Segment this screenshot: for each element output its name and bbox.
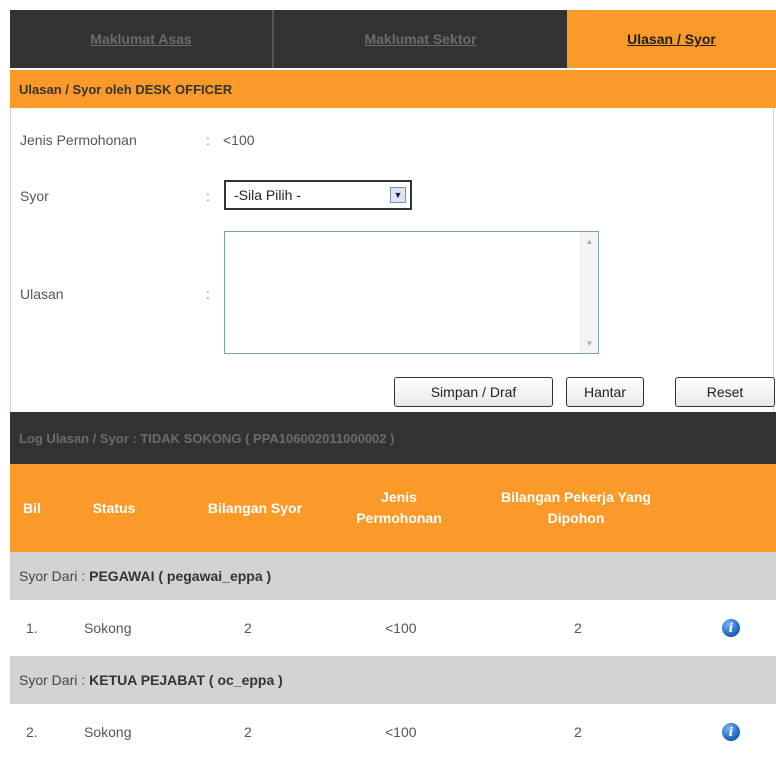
- jenis-permohonan-label: Jenis Permohonan: [20, 132, 137, 148]
- tab-maklumat-sektor[interactable]: Maklumat Sektor: [274, 10, 567, 68]
- info-icon[interactable]: i: [722, 723, 740, 741]
- jenis-permohonan-value: <100: [223, 132, 255, 148]
- colon: :: [206, 188, 210, 204]
- info-icon[interactable]: i: [722, 619, 740, 637]
- col-bilangan-syor: Bilangan Syor: [207, 500, 303, 516]
- cell-pekerja: 2: [574, 620, 582, 636]
- cell-status: Sokong: [84, 620, 132, 636]
- textarea-scrollbar[interactable]: ▲ ▼: [580, 232, 598, 353]
- group-prefix: Syor Dari :: [19, 672, 86, 688]
- col-jenis-line1: Jenis: [381, 489, 417, 505]
- reset-button[interactable]: Reset: [675, 377, 775, 407]
- syor-selected-value: -Sila Pilih -: [234, 187, 301, 203]
- group-name: KETUA PEJABAT ( oc_eppa ): [89, 672, 283, 688]
- col-bil: Bil: [23, 500, 41, 516]
- syor-select[interactable]: -Sila Pilih - ▼: [224, 180, 412, 210]
- col-jenis-permohonan: Jenis Permohonan: [334, 487, 464, 529]
- cell-jenis: <100: [385, 724, 417, 740]
- group-header-ketua-pejabat: Syor Dari : KETUA PEJABAT ( oc_eppa ): [10, 656, 776, 704]
- tab-ulasan-syor[interactable]: Ulasan / Syor: [567, 10, 776, 68]
- group-prefix: Syor Dari :: [19, 568, 86, 584]
- cell-pekerja: 2: [574, 724, 582, 740]
- syor-form: Jenis Permohonan : <100 Syor : -Sila Pil…: [10, 108, 775, 412]
- log-table-header: Bil Status Bilangan Syor Jenis Permohona…: [10, 464, 776, 552]
- tab-bar: Maklumat Asas Maklumat Sektor Ulasan / S…: [10, 10, 776, 68]
- syor-label: Syor: [20, 188, 49, 204]
- cell-bilangan-syor: 2: [244, 620, 252, 636]
- col-pekerja-line2: Dipohon: [547, 510, 605, 526]
- cell-status: Sokong: [84, 724, 132, 740]
- hantar-button[interactable]: Hantar: [566, 377, 644, 407]
- log-title: Log Ulasan / Syor : TIDAK SOKONG ( PPA10…: [10, 412, 776, 464]
- group-name: PEGAWAI ( pegawai_eppa ): [89, 568, 272, 584]
- col-status: Status: [92, 500, 136, 516]
- scroll-up-icon[interactable]: ▲: [582, 234, 597, 249]
- ulasan-textarea[interactable]: ▲ ▼: [224, 231, 599, 354]
- tab-maklumat-asas[interactable]: Maklumat Asas: [10, 10, 274, 68]
- table-row: 2. Sokong 2 <100 2 i: [10, 704, 776, 754]
- colon: :: [206, 132, 210, 148]
- cell-jenis: <100: [385, 620, 417, 636]
- chevron-down-icon[interactable]: ▼: [390, 187, 406, 203]
- table-row: 1. Sokong 2 <100 2 i: [10, 600, 776, 656]
- group-header-pegawai: Syor Dari : PEGAWAI ( pegawai_eppa ): [10, 552, 776, 600]
- ulasan-label: Ulasan: [20, 286, 64, 302]
- col-pekerja-line1: Bilangan Pekerja Yang: [501, 489, 651, 505]
- cell-bilangan-syor: 2: [244, 724, 252, 740]
- cell-bil: 2.: [26, 724, 38, 740]
- col-jenis-line2: Permohonan: [356, 510, 442, 526]
- col-bilangan-pekerja: Bilangan Pekerja Yang Dipohon: [476, 487, 676, 529]
- scroll-down-icon[interactable]: ▼: [582, 336, 597, 351]
- section-title: Ulasan / Syor oleh DESK OFFICER: [10, 70, 776, 108]
- cell-bil: 1.: [26, 620, 38, 636]
- simpan-draf-button[interactable]: Simpan / Draf: [394, 377, 553, 407]
- colon: :: [206, 286, 210, 302]
